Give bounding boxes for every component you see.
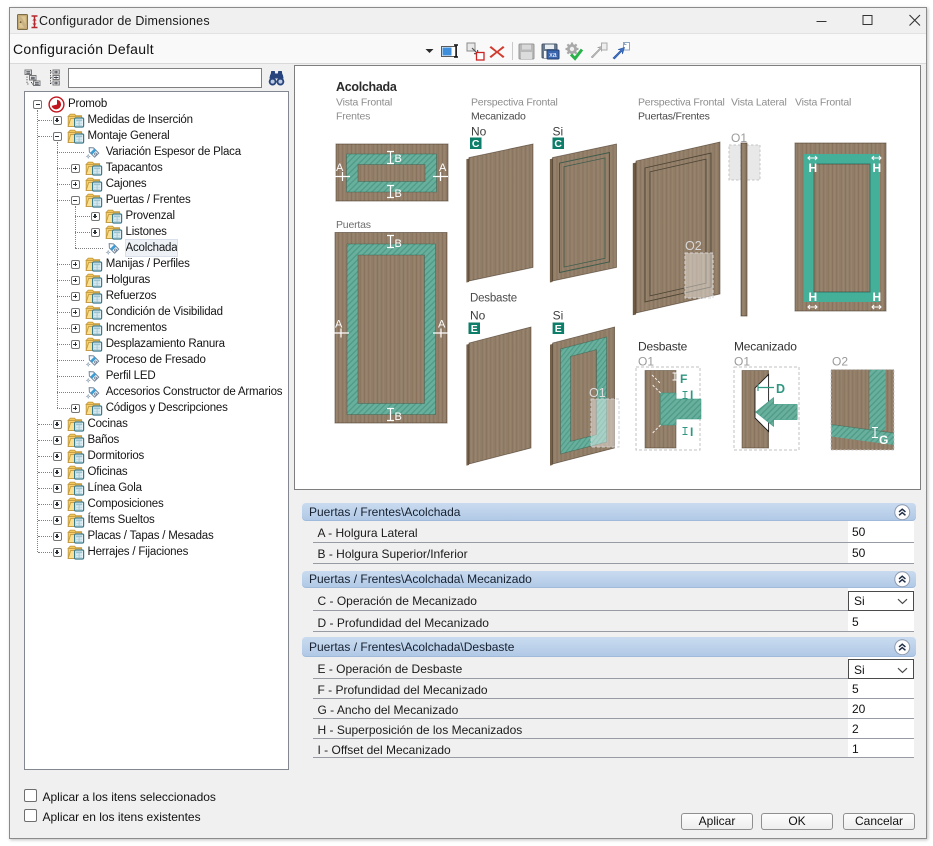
svg-text:Vista Frontal: Vista Frontal [795, 97, 851, 109]
svg-text:I: I [690, 388, 693, 402]
svg-text:Vista Lateral: Vista Lateral [731, 97, 787, 109]
svg-text:H: H [873, 290, 882, 304]
svg-text:Mecanizado: Mecanizado [471, 111, 526, 123]
svg-text:H: H [809, 290, 818, 304]
svg-text:H: H [873, 161, 882, 175]
svg-text:A: A [439, 162, 447, 174]
svg-text:H: H [809, 161, 818, 175]
svg-text:Puertas/Frentes: Puertas/Frentes [638, 111, 710, 123]
svg-text:A: A [438, 319, 446, 331]
svg-text:No: No [471, 125, 487, 139]
svg-text:D: D [776, 382, 785, 396]
svg-text:No: No [470, 309, 486, 323]
svg-text:Desbaste: Desbaste [470, 293, 517, 305]
svg-text:xa: xa [549, 52, 557, 59]
svg-text:B: B [395, 153, 402, 165]
svg-text:B: B [395, 411, 402, 423]
svg-text:C: C [472, 138, 480, 150]
svg-text:A: A [336, 162, 344, 174]
svg-text:Acolchada: Acolchada [336, 80, 398, 94]
svg-text:Frentes: Frentes [336, 111, 370, 123]
svg-text:O2: O2 [685, 239, 702, 253]
svg-text:O1: O1 [589, 386, 606, 400]
svg-text:I: I [690, 425, 693, 439]
svg-text:E: E [555, 323, 562, 335]
svg-text:Si: Si [553, 309, 564, 323]
svg-text:B: B [395, 188, 402, 200]
svg-text:G: G [879, 433, 888, 447]
svg-text:O1: O1 [734, 355, 750, 369]
svg-text:Mecanizado: Mecanizado [734, 340, 797, 354]
svg-text:O1: O1 [638, 355, 654, 369]
svg-text:Perspectiva Frontal: Perspectiva Frontal [471, 97, 558, 109]
svg-text:F: F [680, 372, 687, 386]
svg-text:A: A [335, 319, 343, 331]
svg-text:B: B [395, 238, 402, 250]
svg-text:Si: Si [553, 125, 564, 139]
svg-text:Puertas: Puertas [336, 219, 371, 231]
svg-text:O2: O2 [832, 355, 848, 369]
svg-text:C: C [554, 138, 562, 150]
svg-text:Vista Frontal: Vista Frontal [336, 97, 392, 109]
svg-text:Desbaste: Desbaste [638, 340, 688, 354]
svg-text:E: E [471, 323, 478, 335]
svg-text:Perspectiva Frontal: Perspectiva Frontal [638, 97, 725, 109]
